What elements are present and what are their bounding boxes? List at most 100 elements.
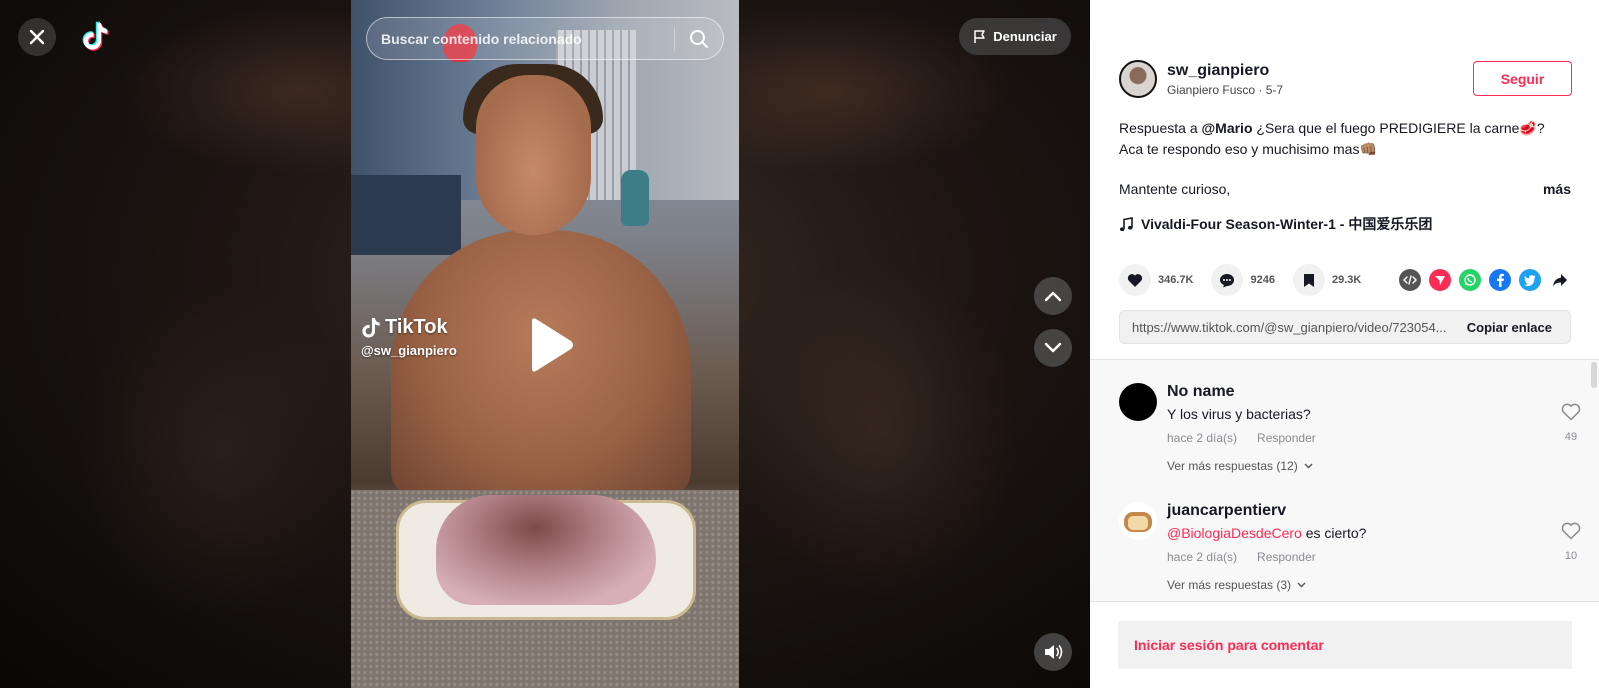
search-button[interactable] bbox=[675, 17, 723, 60]
comments-scrollbar[interactable] bbox=[1591, 362, 1597, 388]
report-button[interactable]: Denunciar bbox=[959, 18, 1071, 55]
music-note-icon bbox=[1120, 216, 1133, 231]
share-icons bbox=[1399, 269, 1571, 291]
comment-time: hace 2 día(s) bbox=[1167, 431, 1238, 445]
play-icon bbox=[532, 318, 573, 372]
music-title: Vivaldi-Four Season-Winter-1 - 中国爱乐乐团 bbox=[1141, 216, 1433, 232]
save-button[interactable] bbox=[1292, 264, 1325, 296]
comment-avatar[interactable] bbox=[1119, 502, 1157, 540]
author-display-name: Gianpiero Fusco bbox=[1167, 82, 1256, 97]
comment-text: Y los virus y bacterias? bbox=[1167, 406, 1311, 422]
more-share-button[interactable] bbox=[1549, 269, 1571, 291]
comment-meta: hace 2 día(s) Responder bbox=[1167, 431, 1547, 445]
video-link-box: https://www.tiktok.com/@sw_gianpiero/vid… bbox=[1119, 310, 1571, 344]
comment-login-bar: Iniciar sesión para comentar bbox=[1090, 601, 1599, 688]
post-description: Respuesta a @Mario ¿Sera que el fuego PR… bbox=[1119, 118, 1559, 160]
close-button[interactable] bbox=[18, 18, 56, 56]
desc-line2: Aca te respondo eso y muchisimo mas👊🏽 bbox=[1119, 141, 1377, 157]
subtitle-separator: · bbox=[1258, 82, 1266, 97]
send-icon bbox=[1435, 276, 1445, 285]
view-more-replies-button[interactable]: Ver más respuestas (3) bbox=[1167, 578, 1547, 592]
desc-line3: Mantente curioso, bbox=[1119, 181, 1231, 197]
like-button[interactable] bbox=[1119, 264, 1151, 296]
like-action: 346.7K bbox=[1119, 264, 1193, 296]
whatsapp-icon bbox=[1464, 274, 1476, 286]
reply-button[interactable]: Responder bbox=[1257, 550, 1316, 564]
see-more-button[interactable]: más bbox=[1543, 181, 1571, 197]
details-panel: sw_gianpiero Gianpiero Fusco · 5-7 Segui… bbox=[1090, 0, 1599, 688]
next-video-button[interactable] bbox=[1034, 329, 1072, 367]
embed-icon bbox=[1403, 275, 1417, 285]
login-to-comment-button[interactable]: Iniciar sesión para comentar bbox=[1118, 621, 1572, 669]
chevron-down-icon bbox=[1304, 463, 1313, 469]
send-to-friends-button[interactable] bbox=[1429, 269, 1451, 291]
comment-text-rest: es cierto? bbox=[1301, 525, 1367, 541]
action-bar: 346.7K 9246 29.3K bbox=[1119, 264, 1571, 296]
desc-mention-link[interactable]: @Mario bbox=[1202, 120, 1253, 136]
close-icon bbox=[29, 29, 45, 45]
save-count: 29.3K bbox=[1331, 274, 1362, 286]
video-watermark: TikTok @sw_gianpiero bbox=[361, 316, 457, 358]
comment-like-count: 49 bbox=[1564, 431, 1578, 443]
comments-list[interactable]: No name Y los virus y bacterias? hace 2 … bbox=[1090, 359, 1599, 601]
facebook-icon bbox=[1497, 273, 1504, 287]
comment-author[interactable]: juancarpentierv bbox=[1167, 502, 1547, 520]
bread-avatar-icon bbox=[1124, 512, 1152, 532]
twitter-icon bbox=[1523, 274, 1536, 286]
related-search-bar bbox=[366, 17, 724, 60]
author-info: sw_gianpiero Gianpiero Fusco · 5-7 Segui… bbox=[1119, 59, 1572, 99]
bookmark-icon bbox=[1303, 273, 1314, 287]
tiktok-note-icon bbox=[362, 317, 380, 337]
comment-mention-link[interactable]: @BiologiaDesdeCero bbox=[1167, 525, 1302, 541]
comment-avatar[interactable] bbox=[1119, 383, 1157, 421]
chevron-down-icon bbox=[1044, 342, 1062, 353]
comment-text: @BiologiaDesdeCero es cierto? bbox=[1167, 525, 1547, 541]
music-link[interactable]: Vivaldi-Four Season-Winter-1 - 中国爱乐乐团 bbox=[1119, 214, 1432, 234]
copy-link-button[interactable]: Copiar enlace bbox=[1449, 320, 1570, 335]
twitter-share-button[interactable] bbox=[1519, 269, 1541, 291]
share-arrow-icon bbox=[1553, 274, 1567, 287]
search-input[interactable] bbox=[367, 30, 674, 47]
follow-button[interactable]: Seguir bbox=[1473, 61, 1572, 96]
video-url[interactable]: https://www.tiktok.com/@sw_gianpiero/vid… bbox=[1120, 320, 1449, 335]
more-replies-label: Ver más respuestas (12) bbox=[1167, 459, 1298, 473]
heart-icon bbox=[1127, 273, 1143, 287]
comment-time: hace 2 día(s) bbox=[1167, 550, 1238, 564]
reply-button[interactable]: Responder bbox=[1257, 431, 1316, 445]
author-subtitle: Gianpiero Fusco · 5-7 bbox=[1167, 83, 1283, 97]
comment-like: 49 bbox=[1559, 403, 1583, 443]
comment-like: 10 bbox=[1559, 522, 1583, 562]
author-avatar[interactable] bbox=[1119, 60, 1157, 98]
desc-prefix: Respuesta a bbox=[1119, 120, 1202, 136]
save-action: 29.3K bbox=[1292, 264, 1362, 296]
tiktok-video-page: TikTok @sw_gianpiero Buscar contenido re… bbox=[0, 0, 1599, 688]
comment-like-count: 10 bbox=[1564, 550, 1578, 562]
comment-count: 9246 bbox=[1250, 274, 1275, 286]
tiktok-logo[interactable] bbox=[80, 20, 112, 54]
author-username[interactable]: sw_gianpiero bbox=[1167, 62, 1283, 80]
watermark-username: @sw_gianpiero bbox=[361, 343, 457, 358]
comment-bubble-icon bbox=[1220, 273, 1235, 287]
desc-more-row: Mantente curioso, más bbox=[1119, 181, 1571, 197]
embed-button[interactable] bbox=[1399, 269, 1421, 291]
report-label: Denunciar bbox=[993, 29, 1057, 44]
play-button[interactable] bbox=[528, 317, 574, 373]
watermark-brand: TikTok bbox=[385, 316, 448, 338]
desc-line1: ¿Sera que el fuego PREDIGIERE la carne🥩? bbox=[1252, 120, 1545, 136]
heart-outline-icon[interactable] bbox=[1561, 403, 1581, 421]
more-replies-label: Ver más respuestas (3) bbox=[1167, 578, 1292, 592]
whatsapp-share-button[interactable] bbox=[1459, 269, 1481, 291]
facebook-share-button[interactable] bbox=[1489, 269, 1511, 291]
volume-button[interactable] bbox=[1034, 633, 1072, 671]
tiktok-logo-icon bbox=[82, 21, 109, 51]
chevron-up-icon bbox=[1044, 291, 1062, 302]
previous-video-button[interactable] bbox=[1034, 277, 1072, 315]
view-more-replies-button[interactable]: Ver más respuestas (12) bbox=[1167, 459, 1547, 473]
comment-button[interactable] bbox=[1211, 264, 1244, 296]
heart-outline-icon[interactable] bbox=[1561, 522, 1581, 540]
volume-icon bbox=[1045, 645, 1063, 659]
flag-icon bbox=[974, 29, 985, 43]
comment-meta: hace 2 día(s) Responder bbox=[1167, 550, 1547, 564]
comment-author[interactable]: No name bbox=[1167, 383, 1547, 401]
like-count: 346.7K bbox=[1158, 274, 1194, 286]
